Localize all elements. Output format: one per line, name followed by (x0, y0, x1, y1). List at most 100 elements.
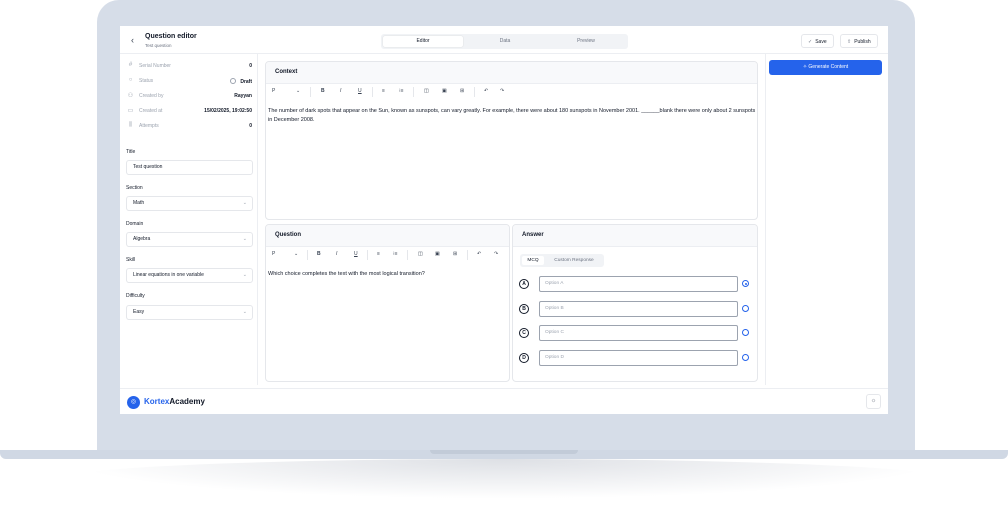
logo-icon: ◎ (127, 396, 140, 409)
context-title: Context (275, 69, 298, 75)
domain-select[interactable]: Algebra ⌄ (126, 232, 253, 247)
toolbar-divider (474, 87, 475, 97)
app-screen: ‹ Question editor Test question Editor D… (120, 26, 888, 414)
section-value: Math (133, 200, 145, 206)
save-button[interactable]: ✓ Save (801, 34, 834, 48)
publish-button[interactable]: ⇧ Publish (840, 34, 878, 48)
paragraph-select[interactable]: P (272, 251, 275, 257)
hash-icon: # (128, 62, 133, 68)
created-at-label: Created at (139, 108, 163, 114)
back-icon[interactable]: ‹ (131, 35, 134, 45)
underline-button[interactable]: U (358, 88, 362, 94)
correct-answer-radio[interactable] (742, 280, 749, 287)
toolbar-divider (413, 87, 414, 97)
italic-button[interactable]: I (340, 88, 341, 94)
page-subtitle: Test question (145, 43, 172, 48)
tab-mcq[interactable]: MCQ (522, 256, 544, 265)
correct-answer-radio[interactable] (742, 305, 749, 312)
tab-preview[interactable]: Preview (546, 36, 626, 47)
status-circle-icon: ○ (128, 77, 133, 83)
bold-button[interactable]: B (317, 251, 321, 257)
bullet-list-icon[interactable]: ≡ (382, 88, 385, 94)
ai-panel: ✧ Generate Content (765, 54, 888, 385)
media-icon[interactable]: ▣ (435, 251, 440, 257)
answer-option: B Option B (519, 301, 757, 317)
context-header (266, 62, 757, 84)
serial-value: 0 (249, 63, 252, 69)
correct-answer-radio[interactable] (742, 354, 749, 361)
app-header: ‹ Question editor Test question Editor D… (120, 26, 888, 54)
difficulty-label: Difficulty (126, 293, 145, 299)
bold-button[interactable]: B (321, 88, 325, 94)
image-icon[interactable]: ◫ (424, 88, 429, 94)
option-input[interactable]: Option C (539, 325, 738, 341)
app-footer: ◎ KortexAcademy ☼ (120, 388, 888, 414)
skill-select[interactable]: Linear equations in one variable ⌄ (126, 268, 253, 283)
answer-option: C Option C (519, 325, 757, 341)
status-value: Draft (240, 79, 252, 85)
tab-custom-response[interactable]: Custom Response (545, 256, 603, 265)
italic-button[interactable]: I (336, 251, 337, 257)
attempts-value: 0 (249, 123, 252, 129)
brand-part1: Kortex (144, 397, 170, 406)
question-title: Question (275, 232, 302, 238)
created-at-value: 15/02/2025, 19:02:50 (204, 108, 252, 114)
paragraph-select[interactable]: P (272, 88, 275, 94)
difficulty-value: Easy (133, 309, 145, 315)
context-text[interactable]: The number of dark spots that appear on … (268, 107, 756, 125)
chart-icon: ⫼ (129, 122, 132, 128)
calendar-icon: ▭ (127, 108, 134, 114)
correct-answer-radio[interactable] (742, 329, 749, 336)
table-icon[interactable]: ⊞ (460, 88, 464, 94)
question-header (266, 225, 509, 247)
chevron-down-icon: ⌄ (242, 200, 247, 206)
section-select[interactable]: Math ⌄ (126, 196, 253, 211)
option-letter-icon: D (519, 353, 529, 363)
table-icon[interactable]: ⊞ (453, 251, 457, 257)
undo-icon[interactable]: ↶ (477, 251, 481, 257)
section-label: Section (126, 185, 143, 191)
option-input[interactable]: Option A (539, 276, 738, 292)
chevron-down-icon[interactable]: ⌄ (296, 88, 300, 94)
option-input[interactable]: Option D (539, 350, 738, 366)
toolbar-divider (407, 250, 408, 260)
toolbar-divider (372, 87, 373, 97)
numbered-list-icon[interactable]: ⁝≡ (393, 251, 398, 257)
question-text[interactable]: Which choice completes the text with the… (268, 270, 508, 279)
generate-content-button[interactable]: ✧ Generate Content (769, 60, 882, 75)
laptop-notch (430, 450, 578, 454)
underline-button[interactable]: U (354, 251, 358, 257)
publish-label: Publish (854, 39, 871, 45)
draft-circle-icon (230, 78, 237, 84)
toolbar-divider (367, 250, 368, 260)
tab-data[interactable]: Data (465, 36, 545, 47)
option-input[interactable]: Option B (539, 301, 738, 317)
editor-tabs: Editor Data Preview (381, 34, 628, 49)
status-badge: Draft (230, 78, 252, 85)
tab-editor[interactable]: Editor (383, 36, 463, 47)
created-by-row: ⚇ Created by Rayyan (126, 90, 252, 102)
image-icon[interactable]: ◫ (418, 251, 423, 257)
theme-toggle-sun-icon[interactable]: ☼ (866, 394, 881, 409)
domain-label: Domain (126, 221, 144, 227)
generate-label: Generate Content (808, 64, 849, 70)
redo-icon[interactable]: ↷ (500, 88, 504, 94)
serial-row: # Serial Number 0 (126, 60, 252, 72)
media-icon[interactable]: ▣ (442, 88, 447, 94)
laptop-shadow (60, 459, 948, 499)
chevron-down-icon[interactable]: ⌄ (294, 251, 298, 257)
undo-icon[interactable]: ↶ (484, 88, 488, 94)
brand-name: KortexAcademy (144, 397, 205, 406)
numbered-list-icon[interactable]: ⁝≡ (399, 88, 404, 94)
serial-label: Serial Number (139, 63, 171, 69)
title-label: Title (126, 149, 136, 155)
title-input[interactable]: Test question (126, 160, 253, 175)
difficulty-select[interactable]: Easy ⌄ (126, 305, 253, 320)
redo-icon[interactable]: ↷ (494, 251, 498, 257)
attempts-row: ⫼ Attempts 0 (126, 120, 252, 132)
created-at-row: ▭ Created at 15/02/2025, 19:02:50 (126, 105, 252, 117)
toolbar-divider (467, 250, 468, 260)
option-letter-icon: A (519, 279, 529, 289)
bullet-list-icon[interactable]: ≡ (377, 251, 380, 257)
toolbar-divider (310, 87, 311, 97)
